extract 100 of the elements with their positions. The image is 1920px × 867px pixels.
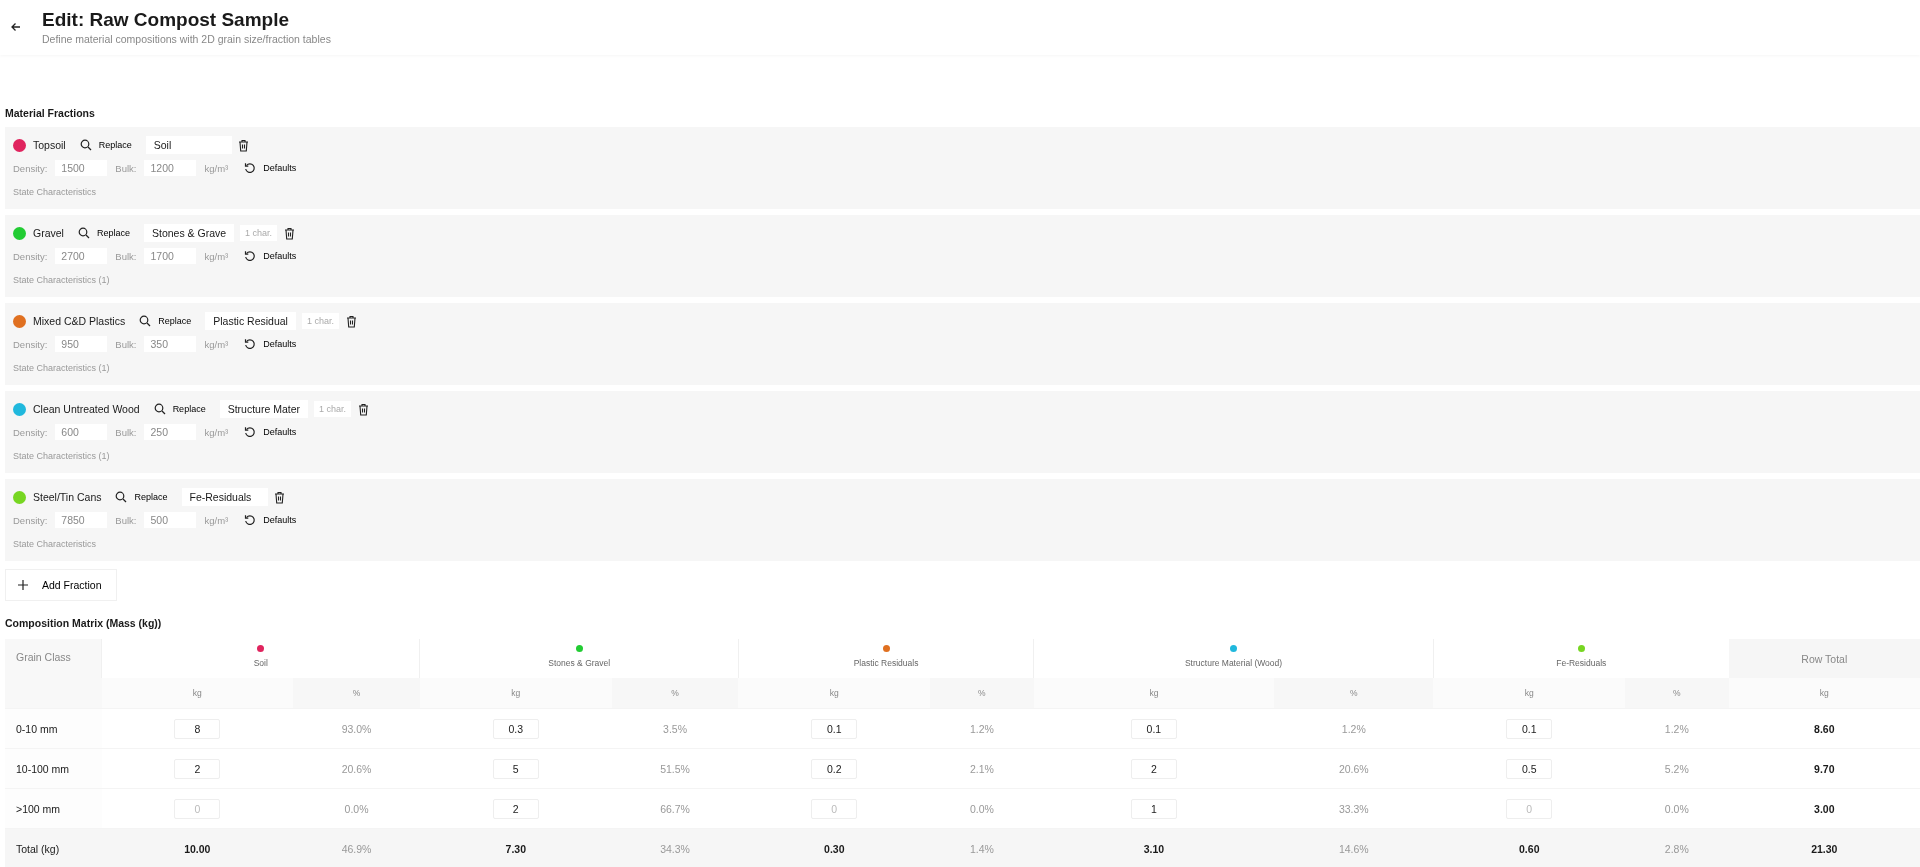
back-arrow-icon[interactable]	[10, 21, 22, 33]
reset-icon[interactable]	[244, 426, 257, 438]
density-field[interactable]: 600	[55, 424, 108, 440]
material-field[interactable]: Plastic Residual	[205, 312, 296, 330]
unit-header: %	[611, 678, 739, 709]
unit-label: kg/m³	[204, 162, 229, 174]
unit-header: %	[930, 678, 1034, 709]
replace-button[interactable]: Replace	[158, 316, 192, 326]
percent-cell: 2.8%	[1625, 828, 1729, 867]
unit-header: kg	[420, 678, 612, 709]
unit-header: kg	[1033, 678, 1275, 709]
percent-cell: 3.5%	[611, 708, 739, 749]
mass-input[interactable]: 2	[174, 758, 221, 779]
row-total-cell: 9.70	[1728, 748, 1920, 789]
percent-cell: 5.2%	[1625, 748, 1729, 789]
page-title: Edit: Raw Compost Sample	[42, 9, 291, 31]
defaults-button[interactable]: Defaults	[263, 339, 297, 349]
percent-cell: 20.6%	[293, 748, 420, 789]
mass-input[interactable]: 2	[1130, 758, 1177, 779]
page-subtitle: Define material compositions with 2D grain size/fraction tables	[42, 33, 331, 45]
density-field[interactable]: 1500	[55, 160, 108, 176]
unit-header: %	[1625, 678, 1729, 709]
total-cell: 7.30	[420, 828, 612, 867]
reset-icon[interactable]	[244, 338, 257, 350]
mass-input[interactable]: 2	[492, 798, 539, 819]
percent-cell: 93.0%	[293, 708, 420, 749]
material-field[interactable]: Stones & Grave	[143, 224, 235, 242]
percent-cell: 2.1%	[930, 748, 1034, 789]
search-icon[interactable]	[139, 315, 152, 327]
trash-icon[interactable]	[237, 138, 249, 152]
row-label: Total (kg)	[5, 828, 102, 867]
search-icon[interactable]	[77, 227, 90, 239]
row-label: 0-10 mm	[5, 708, 102, 749]
row-label: >100 mm	[5, 788, 102, 829]
replace-button[interactable]: Replace	[98, 140, 132, 150]
material-field[interactable]: Soil	[145, 136, 232, 154]
char-count-badge: 1 char.	[301, 313, 339, 329]
replace-button[interactable]: Replace	[134, 492, 168, 502]
percent-cell: 46.9%	[293, 828, 420, 867]
mass-input[interactable]: 8	[174, 718, 221, 739]
trash-icon[interactable]	[358, 402, 370, 416]
reset-icon[interactable]	[244, 250, 257, 262]
unit-header: kg	[101, 678, 294, 709]
search-icon[interactable]	[153, 403, 166, 415]
material-field[interactable]: Fe-Residuals	[181, 488, 268, 506]
grand-total-cell: 21.30	[1728, 828, 1920, 867]
reset-icon[interactable]	[244, 514, 257, 526]
unit-header: kg	[1433, 678, 1626, 709]
search-icon[interactable]	[115, 491, 128, 503]
density-field[interactable]: 7850	[55, 512, 108, 528]
unit-header: %	[293, 678, 420, 709]
total-cell: 10.00	[101, 828, 294, 867]
density-field[interactable]: 2700	[55, 248, 108, 264]
add-fraction-button[interactable]: Add Fraction	[5, 569, 117, 601]
trash-icon[interactable]	[345, 314, 357, 328]
bulk-field[interactable]: 1700	[144, 248, 197, 264]
bulk-label: Bulk:	[115, 514, 137, 526]
trash-icon[interactable]	[284, 226, 296, 240]
percent-cell: 1.2%	[1625, 708, 1729, 749]
mass-input[interactable]: 1	[1130, 798, 1177, 819]
mass-input[interactable]: 5	[492, 758, 539, 779]
bulk-field[interactable]: 1200	[144, 160, 197, 176]
defaults-button[interactable]: Defaults	[263, 163, 297, 173]
unit-label: kg/m³	[204, 514, 229, 526]
search-icon[interactable]	[79, 139, 92, 151]
total-cell: 0.30	[738, 828, 931, 867]
density-label: Density:	[13, 426, 48, 438]
mass-input[interactable]: 0.1	[1130, 718, 1177, 739]
mass-input[interactable]: 0.3	[492, 718, 539, 739]
reset-icon[interactable]	[244, 162, 257, 174]
bulk-field[interactable]: 500	[144, 512, 197, 528]
section-title: Composition Matrix (Mass (kg))	[5, 617, 163, 629]
unit-header: kg	[738, 678, 931, 709]
mass-input[interactable]: 0.1	[1506, 718, 1553, 739]
percent-cell: 34.3%	[611, 828, 739, 867]
mass-input[interactable]: 0.5	[1506, 758, 1553, 779]
unit-header: kg	[1728, 678, 1920, 709]
bulk-label: Bulk:	[115, 338, 137, 350]
percent-cell: 1.2%	[930, 708, 1034, 749]
fraction-name: Mixed C&D Plastics	[33, 315, 126, 327]
unit-label: kg/m³	[204, 426, 229, 438]
defaults-button[interactable]: Defaults	[263, 427, 297, 437]
material-field[interactable]: Structure Mater	[219, 400, 308, 418]
char-count-badge: 1 char.	[314, 401, 352, 417]
replace-button[interactable]: Replace	[96, 228, 130, 238]
fraction-name: Topsoil	[33, 139, 66, 151]
total-cell: 3.10	[1033, 828, 1275, 867]
replace-button[interactable]: Replace	[172, 404, 206, 414]
trash-icon[interactable]	[273, 490, 285, 504]
mass-input[interactable]: 0.1	[811, 718, 858, 739]
bulk-label: Bulk:	[115, 426, 137, 438]
plus-icon	[18, 580, 28, 590]
defaults-button[interactable]: Defaults	[263, 515, 297, 525]
bulk-field[interactable]: 350	[144, 336, 197, 352]
bulk-field[interactable]: 250	[144, 424, 197, 440]
density-field[interactable]: 950	[55, 336, 108, 352]
defaults-button[interactable]: Defaults	[263, 251, 297, 261]
mass-input[interactable]: 0.2	[811, 758, 858, 779]
bulk-label: Bulk:	[115, 250, 137, 262]
percent-cell: 1.2%	[1274, 708, 1434, 749]
